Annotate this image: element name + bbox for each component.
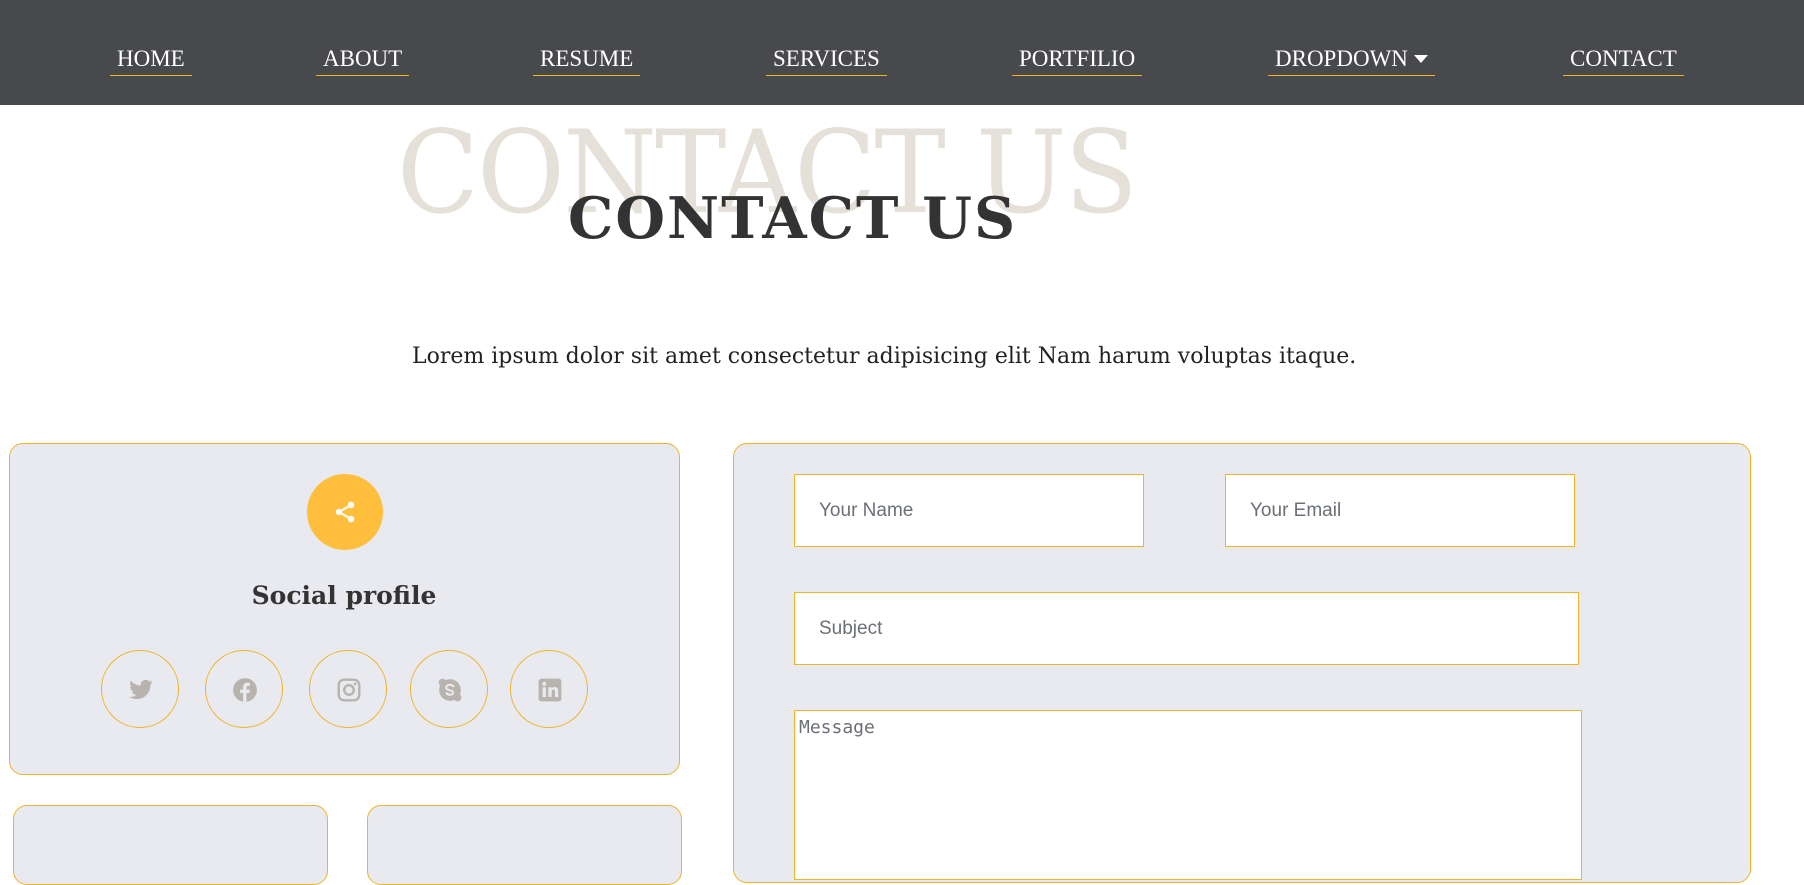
skype-icon — [438, 678, 462, 702]
name-input[interactable] — [794, 474, 1144, 547]
info-card-left — [13, 805, 328, 885]
linkedin-button[interactable] — [510, 650, 588, 728]
share-icon — [335, 501, 355, 523]
instagram-icon — [337, 678, 361, 702]
subject-input[interactable] — [794, 592, 1579, 665]
skype-button[interactable] — [410, 650, 488, 728]
info-card-right — [367, 805, 682, 885]
twitter-button[interactable] — [101, 650, 179, 728]
nav-home-link[interactable]: HOME — [110, 44, 192, 76]
nav-contact-link[interactable]: CONTACT — [1563, 44, 1684, 76]
nav-about-link[interactable]: ABOUT — [316, 44, 410, 76]
caret-down-icon — [1413, 54, 1428, 63]
nav-resume-link[interactable]: RESUME — [533, 44, 641, 76]
twitter-icon — [129, 679, 153, 700]
social-profile-title: Social profile — [251, 581, 437, 610]
facebook-button[interactable] — [205, 650, 283, 728]
nav-dropdown-label: DROPDOWN — [1275, 46, 1408, 71]
message-textarea[interactable] — [794, 710, 1582, 880]
facebook-icon — [233, 678, 257, 702]
navbar: HOME ABOUT RESUME SERVICES PORTFILIO DRO… — [0, 0, 1804, 105]
email-input[interactable] — [1225, 474, 1575, 547]
page-title: CONTACT US — [568, 185, 1018, 252]
instagram-button[interactable] — [309, 650, 387, 728]
nav-portfolio-link[interactable]: PORTFILIO — [1012, 44, 1143, 76]
linkedin-icon — [538, 678, 562, 702]
page-subtitle: Lorem ipsum dolor sit amet consectetur a… — [412, 344, 1357, 369]
nav-dropdown-link[interactable]: DROPDOWN — [1268, 44, 1435, 76]
nav-services-link[interactable]: SERVICES — [766, 44, 887, 76]
share-icon-badge — [307, 474, 383, 550]
